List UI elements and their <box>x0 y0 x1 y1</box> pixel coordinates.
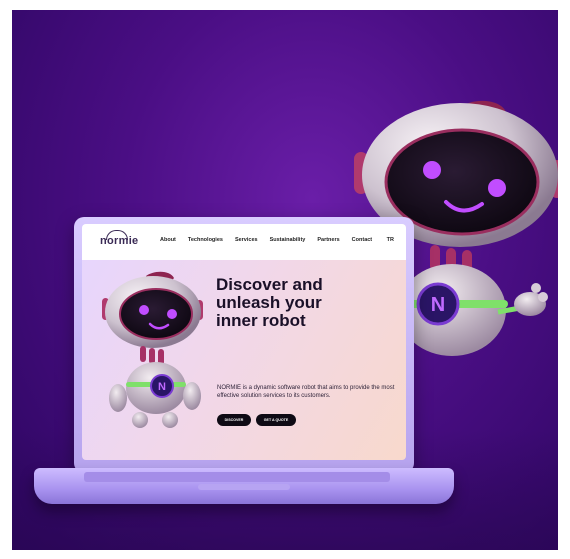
site-logo[interactable]: normie <box>100 235 138 247</box>
hero-title-line-1: Discover and <box>216 275 323 294</box>
site-navbar: normie About Technologies Services Susta… <box>82 224 406 260</box>
laptop-keyboard <box>84 472 390 482</box>
nav-link-contact[interactable]: Contact <box>352 237 372 243</box>
hero-title: Discover and unleash your inner robot <box>216 276 396 330</box>
discover-button[interactable]: DISCOVER <box>217 414 251 426</box>
hero-title-line-2: unleash your <box>216 293 322 312</box>
nav-links: About Technologies Services Sustainabili… <box>160 237 372 243</box>
language-switch[interactable]: TR <box>387 237 394 243</box>
nav-link-sustainability[interactable]: Sustainability <box>270 237 306 243</box>
hero-title-line-3: inner robot <box>216 311 306 330</box>
robot-eye-left <box>423 161 441 179</box>
hero-robot-illustration: N <box>102 271 203 428</box>
nav-link-services[interactable]: Services <box>235 237 258 243</box>
scene-background: N normie About Technologies Services Sus… <box>12 10 558 550</box>
robot-eye-right <box>488 179 506 197</box>
svg-text:N: N <box>158 381 166 393</box>
nav-link-about[interactable]: About <box>160 237 176 243</box>
nav-link-technologies[interactable]: Technologies <box>188 237 223 243</box>
nav-link-partners[interactable]: Partners <box>317 237 339 243</box>
laptop-trackpad <box>198 484 290 490</box>
robot-badge-letter: N <box>431 294 445 316</box>
image-frame: N normie About Technologies Services Sus… <box>0 0 570 559</box>
laptop-screen: normie About Technologies Services Susta… <box>82 224 406 460</box>
hero-description: NORMIE is a dynamic software robot that … <box>217 385 395 399</box>
get-a-quote-button[interactable]: GET A QUOTE <box>256 414 296 426</box>
